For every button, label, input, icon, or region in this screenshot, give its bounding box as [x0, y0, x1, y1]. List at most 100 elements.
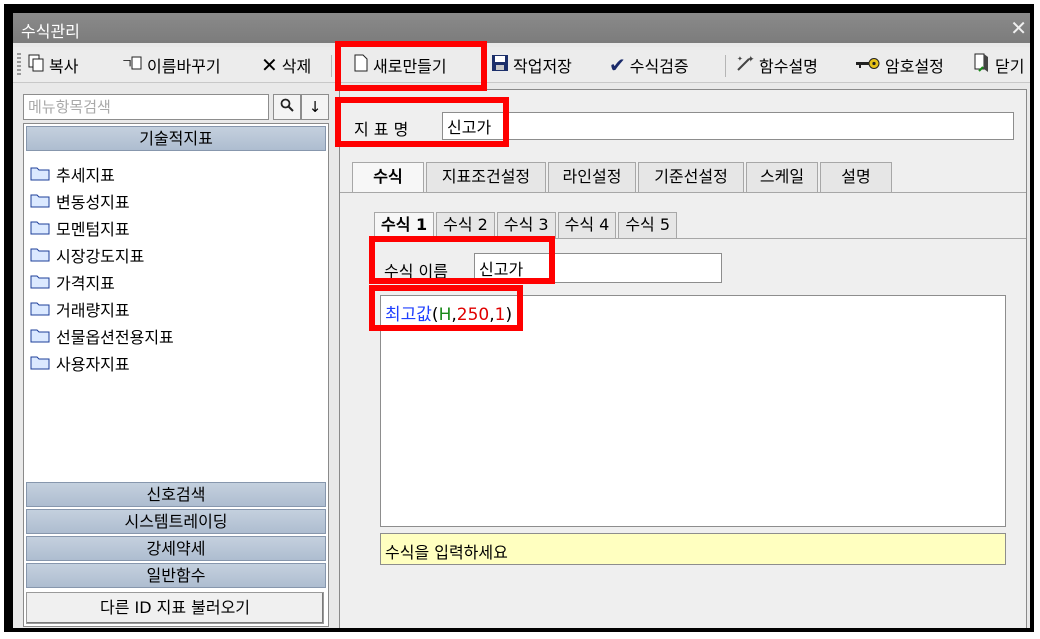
delete-button[interactable]: ✕ 삭제: [261, 52, 311, 78]
section-general-functions[interactable]: 일반함수: [26, 563, 326, 588]
password-button[interactable]: 암호설정: [855, 52, 944, 78]
folder-icon: [30, 355, 50, 370]
magic-wand-icon: ✦ ✦: [735, 54, 755, 76]
window-title: 수식관리: [21, 22, 80, 41]
formula-hint-bar: 수식을 입력하세요: [380, 533, 1006, 565]
delete-icon: ✕: [261, 53, 278, 77]
folder-icon: [30, 166, 50, 181]
tab-description[interactable]: 설명: [820, 162, 892, 192]
section-bull-bear[interactable]: 강세약세: [26, 536, 326, 561]
subtab-formula-2[interactable]: 수식 2: [436, 212, 495, 238]
tab-baseline-settings[interactable]: 기준선설정: [638, 162, 744, 192]
toolbar-separator: [725, 55, 726, 77]
subtab-formula-4[interactable]: 수식 4: [557, 212, 617, 238]
tree-item[interactable]: 모멘텀지표: [30, 214, 320, 241]
search-icon: [280, 98, 294, 116]
tree-item-label: 시장강도지표: [56, 246, 145, 266]
function-help-label: 함수설명: [759, 57, 818, 76]
formula-manager-window: 수식관리 ✕ 복사 ㄱ 이름바꾸기 ✕ 삭제 새로만들기 작업저장 ✔ 수식검증…: [13, 13, 1030, 628]
arrow-down-icon: ↓: [308, 98, 322, 116]
tree-item-label: 사용자지표: [56, 354, 130, 374]
folder-icon: [30, 247, 50, 262]
indicator-menu-panel: 기술적지표 추세지표 변동성지표 모멘텀지표 시장강도지표 가격지표 거래량지표…: [23, 123, 329, 627]
subtab-formula-3[interactable]: 수식 3: [496, 212, 556, 238]
menu-search: ↓: [23, 94, 329, 120]
exit-door-icon: [973, 53, 991, 77]
subtab-divider: [370, 238, 1026, 239]
new-button[interactable]: 새로만들기: [353, 52, 447, 78]
formula-name-label: 수식 이름: [384, 262, 448, 281]
tree-item[interactable]: 가격지표: [30, 268, 320, 295]
rename-icon: ㄱ: [121, 54, 143, 76]
indicator-name-label: 지 표 명: [354, 120, 409, 139]
search-next-button[interactable]: ↓: [301, 94, 329, 120]
svg-text:ㄱ: ㄱ: [121, 57, 133, 72]
tab-line-settings[interactable]: 라인설정: [548, 162, 636, 192]
load-other-id-button[interactable]: 다른 ID 지표 불러오기: [26, 592, 324, 624]
formula-paren-open: (: [431, 305, 439, 325]
menu-search-input[interactable]: [23, 94, 269, 120]
key-icon: [855, 54, 881, 76]
exit-button[interactable]: 닫기: [973, 52, 1024, 78]
tree-item[interactable]: 거래량지표: [30, 295, 320, 322]
new-label: 새로만들기: [373, 57, 447, 76]
tab-formula[interactable]: 수식: [352, 162, 424, 192]
copy-icon: [27, 54, 45, 76]
indicator-name-input[interactable]: [442, 112, 1014, 140]
folder-icon: [30, 328, 50, 343]
formula-arg-period: 250: [456, 305, 490, 325]
subtab-formula-1[interactable]: 수식 1: [374, 212, 435, 238]
tree-item-label: 추세지표: [56, 165, 115, 185]
folder-icon: [30, 193, 50, 208]
tree-item[interactable]: 추세지표: [30, 160, 320, 187]
title-bar: 수식관리 ✕: [13, 13, 1030, 43]
toolbar-grip: [17, 53, 21, 77]
formula-editor-panel: 지 표 명 수식 지표조건설정 라인설정 기준선설정 스케일 설명 수식 1 수…: [339, 89, 1027, 628]
screenshot-frame: 수식관리 ✕ 복사 ㄱ 이름바꾸기 ✕ 삭제 새로만들기 작업저장 ✔ 수식검증…: [4, 4, 1034, 632]
tree-item[interactable]: 사용자지표: [30, 349, 320, 376]
rename-label: 이름바꾸기: [147, 57, 221, 76]
tree-item-label: 선물옵션전용지표: [56, 327, 174, 347]
folder-icon: [30, 274, 50, 289]
exit-label: 닫기: [995, 57, 1025, 76]
password-label: 암호설정: [885, 57, 944, 76]
section-technical-indicators[interactable]: 기술적지표: [26, 126, 326, 151]
formula-name-input[interactable]: [474, 253, 722, 283]
tree-item-label: 모멘텀지표: [56, 219, 130, 239]
svg-text:✦: ✦: [747, 55, 755, 65]
indicator-tree: 추세지표 변동성지표 모멘텀지표 시장강도지표 가격지표 거래량지표 선물옵션전…: [30, 160, 320, 376]
toolbar-separator: [331, 55, 332, 77]
folder-icon: [30, 301, 50, 316]
rename-button[interactable]: ㄱ 이름바꾸기: [121, 52, 221, 78]
tree-item[interactable]: 시장강도지표: [30, 241, 320, 268]
close-icon[interactable]: ✕: [1010, 16, 1027, 40]
tab-scale[interactable]: 스케일: [746, 162, 818, 192]
toolbar: 복사 ㄱ 이름바꾸기 ✕ 삭제 새로만들기 작업저장 ✔ 수식검증 ✦ ✦ 함수…: [13, 47, 1030, 83]
main-tabs: 수식 지표조건설정 라인설정 기준선설정 스케일 설명: [352, 162, 894, 192]
copy-button[interactable]: 복사: [27, 52, 78, 78]
formula-arg-high: H: [438, 305, 452, 325]
formula-function: 최고값: [385, 305, 432, 325]
tree-item[interactable]: 선물옵션전용지표: [30, 322, 320, 349]
function-help-button[interactable]: ✦ ✦ 함수설명: [735, 52, 818, 78]
formula-arg-offset: 1: [494, 305, 506, 325]
section-signal-search[interactable]: 신호검색: [26, 482, 326, 507]
tab-divider: [340, 192, 1026, 193]
tab-condition-settings[interactable]: 지표조건설정: [426, 162, 546, 192]
search-button[interactable]: [273, 94, 301, 120]
formula-subtabs: 수식 1 수식 2 수식 3 수식 4 수식 5: [374, 212, 679, 238]
save-label: 작업저장: [513, 57, 572, 76]
section-system-trading[interactable]: 시스템트레이딩: [26, 509, 326, 534]
tree-item-label: 가격지표: [56, 273, 115, 293]
copy-label: 복사: [49, 57, 79, 76]
formula-editor[interactable]: 최고값(H,250,1): [380, 295, 1006, 527]
folder-icon: [30, 220, 50, 235]
save-button[interactable]: 작업저장: [491, 52, 572, 78]
verify-button[interactable]: ✔ 수식검증: [609, 52, 689, 78]
tree-item[interactable]: 변동성지표: [30, 187, 320, 214]
check-icon: ✔: [609, 53, 626, 77]
subtab-formula-5[interactable]: 수식 5: [618, 212, 678, 238]
tree-item-label: 거래량지표: [56, 300, 130, 320]
formula-paren-close: ): [505, 305, 513, 325]
delete-label: 삭제: [281, 57, 312, 76]
